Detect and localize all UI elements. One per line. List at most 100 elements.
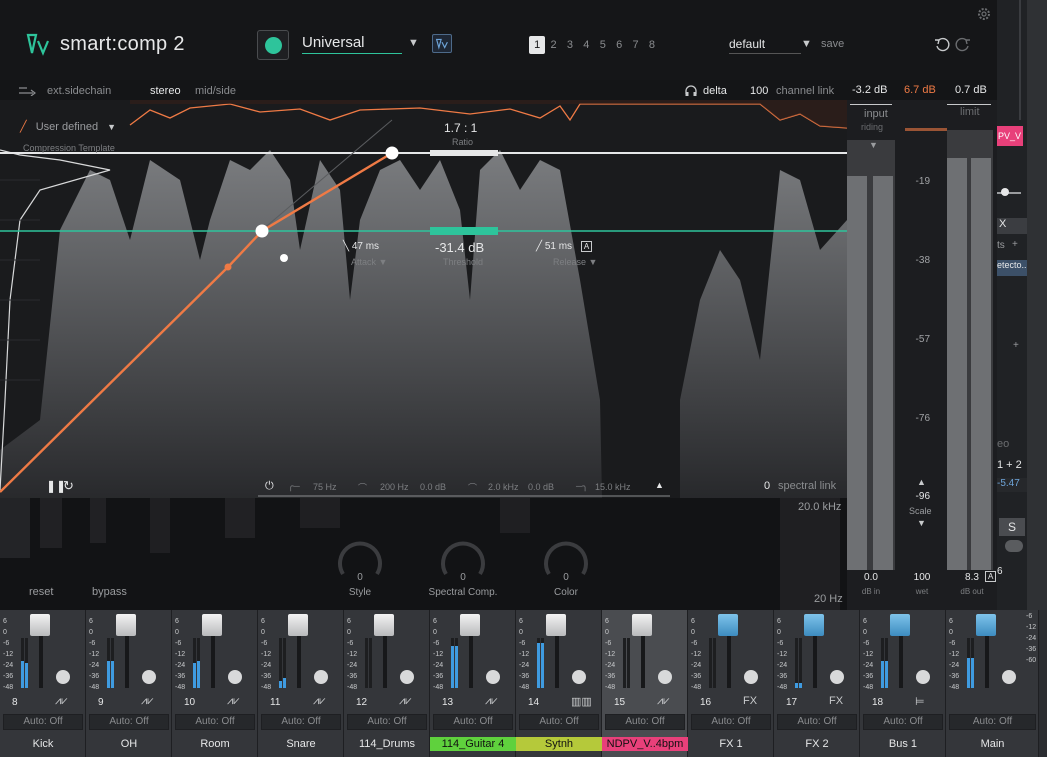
automation-mode-button[interactable]: Auto: Off bbox=[949, 714, 1036, 730]
inspector-scroll[interactable] bbox=[1027, 0, 1047, 610]
db-in-value[interactable]: 0.0 bbox=[851, 572, 891, 583]
mixer-strip[interactable]: 60-6-12-24-36-4812⩘⩗Auto: Off114_Drums bbox=[344, 610, 430, 757]
channel-link-value[interactable]: 100 bbox=[750, 85, 768, 97]
save-button[interactable]: save bbox=[821, 38, 844, 50]
spectral-link-value[interactable]: 0 bbox=[764, 480, 770, 492]
bypass-button[interactable]: bypass bbox=[92, 586, 127, 598]
fader-handle[interactable] bbox=[804, 614, 824, 636]
automation-mode-button[interactable]: Auto: Off bbox=[777, 714, 857, 730]
preset-dropdown-icon[interactable]: ▼ bbox=[801, 38, 812, 50]
redo-icon[interactable] bbox=[954, 36, 971, 53]
track-name[interactable]: NDPV_V..4bpm bbox=[602, 737, 688, 751]
mixer-strip[interactable]: 60-6-12-24-36-488⩘⩗Auto: OffKick bbox=[0, 610, 86, 757]
track-name[interactable]: FX 2 bbox=[774, 737, 860, 751]
release-control[interactable]: ╱ 51 ms A bbox=[536, 241, 592, 252]
automation-mode-button[interactable]: Auto: Off bbox=[691, 714, 771, 730]
automation-mode-button[interactable]: Auto: Off bbox=[89, 714, 169, 730]
stereo-width-icon[interactable] bbox=[228, 670, 242, 684]
insert-add-icon[interactable]: + bbox=[1013, 340, 1019, 351]
mixer-strip[interactable]: 60-6-12-24-36-4818⊨Auto: OffBus 1 bbox=[860, 610, 946, 757]
stereo-width-icon[interactable] bbox=[744, 670, 758, 684]
mixer-strip[interactable]: 60-6-12-24-36-489⩘⩗Auto: OffOH bbox=[86, 610, 172, 757]
automation-mode-button[interactable]: Auto: Off bbox=[863, 714, 943, 730]
template-selector[interactable]: ╱ User defined ▼ bbox=[20, 120, 116, 133]
slot-7[interactable]: 7 bbox=[627, 36, 643, 54]
profile-power-button[interactable] bbox=[257, 30, 289, 60]
db-out-auto-badge[interactable]: A bbox=[985, 571, 996, 582]
stereo-width-icon[interactable] bbox=[830, 670, 844, 684]
mixer-strip[interactable]: 60-6-12-24-36-4814▥▥Auto: OffSytnh bbox=[516, 610, 602, 757]
mini-slider-knob[interactable] bbox=[1001, 188, 1009, 196]
loop-icon[interactable]: ↻ bbox=[63, 478, 74, 494]
mid-side-mode-button[interactable]: mid/side bbox=[195, 85, 236, 97]
automation-mode-button[interactable]: Auto: Off bbox=[605, 714, 685, 730]
wet-value[interactable]: 100 bbox=[902, 572, 942, 583]
filter-power-icon[interactable]: ⏻ bbox=[265, 480, 274, 493]
stereo-width-icon[interactable] bbox=[486, 670, 500, 684]
automation-mode-button[interactable]: Auto: Off bbox=[519, 714, 599, 730]
track-name[interactable]: 114_Drums bbox=[344, 737, 430, 751]
track-name[interactable]: Bus 1 bbox=[860, 737, 946, 751]
ratio-value[interactable]: 1.7 : 1 bbox=[444, 121, 477, 135]
input-riding-handle[interactable]: ▼ bbox=[869, 140, 878, 150]
pan-value[interactable]: -5.47 bbox=[997, 478, 1027, 492]
solo-button[interactable]: S bbox=[999, 518, 1025, 536]
automation-mode-button[interactable]: Auto: Off bbox=[3, 714, 83, 730]
settings-gear-icon[interactable] bbox=[976, 6, 992, 22]
mixer-strip[interactable]: 60-6-12-24-36-4815⩘⩗Auto: OffNDPV_V..4bp… bbox=[602, 610, 688, 757]
smart-link-button[interactable] bbox=[432, 34, 452, 53]
track-name[interactable]: Room bbox=[172, 737, 258, 751]
fader-handle[interactable] bbox=[30, 614, 50, 636]
mixer-strip[interactable]: 60-6-12-24-36-4813⩘⩗Auto: Off114_Guitar … bbox=[430, 610, 516, 757]
fx-header[interactable]: X bbox=[997, 218, 1027, 234]
track-name[interactable]: Sytnh bbox=[516, 737, 602, 751]
slot-8[interactable]: 8 bbox=[644, 36, 660, 54]
track-name[interactable]: FX 1 bbox=[688, 737, 774, 751]
profile-dropdown-icon[interactable]: ▼ bbox=[408, 37, 419, 49]
automation-mode-button[interactable]: Auto: Off bbox=[433, 714, 513, 730]
fader-handle[interactable] bbox=[116, 614, 136, 636]
stereo-width-icon[interactable] bbox=[658, 670, 672, 684]
slot-3[interactable]: 3 bbox=[562, 36, 578, 54]
delta-button[interactable]: delta bbox=[703, 85, 727, 97]
attack-control[interactable]: ╲ 47 ms bbox=[343, 241, 379, 252]
stereo-mode-button[interactable]: stereo bbox=[150, 85, 181, 97]
filter-3-gain[interactable]: 0.0 dB bbox=[528, 482, 554, 492]
mixer-strip[interactable]: 60-6-12-24-36-48Auto: OffMain bbox=[946, 610, 1039, 757]
fader-handle[interactable] bbox=[632, 614, 652, 636]
undo-icon[interactable] bbox=[934, 36, 951, 53]
stereo-width-icon[interactable] bbox=[400, 670, 414, 684]
fader-handle[interactable] bbox=[374, 614, 394, 636]
filter-3-freq[interactable]: 2.0 kHz bbox=[488, 482, 519, 492]
track-name[interactable]: Main bbox=[946, 737, 1039, 751]
output-gain-readout[interactable]: 0.7 dB bbox=[955, 84, 987, 96]
mixer-strip[interactable]: 60-6-12-24-36-4811⩘⩗Auto: OffSnare bbox=[258, 610, 344, 757]
fader-handle[interactable] bbox=[546, 614, 566, 636]
profile-selector[interactable]: Universal bbox=[302, 34, 402, 54]
filter-2-gain[interactable]: 0.0 dB bbox=[420, 482, 446, 492]
release-dropdown-icon[interactable]: ▼ bbox=[589, 257, 598, 267]
mono-toggle[interactable] bbox=[1005, 540, 1023, 552]
channel-routing[interactable]: 1 + 2 bbox=[997, 459, 1022, 471]
input-gain-readout[interactable]: -3.2 dB bbox=[852, 84, 887, 96]
stereo-width-icon[interactable] bbox=[1002, 670, 1016, 684]
filter-collapse-icon[interactable]: ▲ bbox=[655, 480, 664, 490]
mixer-strip[interactable]: 60-6-12-24-36-4817FXAuto: OffFX 2 bbox=[774, 610, 860, 757]
reset-button[interactable]: reset bbox=[29, 586, 53, 598]
sends-add-icon[interactable]: + bbox=[1012, 239, 1018, 250]
fader-handle[interactable] bbox=[718, 614, 738, 636]
track-name[interactable]: Snare bbox=[258, 737, 344, 751]
track-name[interactable]: Kick bbox=[0, 737, 86, 751]
ext-sidechain-toggle[interactable]: ext.sidechain bbox=[47, 85, 111, 97]
template-dropdown-icon[interactable]: ▼ bbox=[107, 122, 116, 132]
fader-handle[interactable] bbox=[460, 614, 480, 636]
sidechain-icon[interactable] bbox=[19, 86, 39, 96]
track-color-tag[interactable]: PV_V bbox=[997, 126, 1023, 146]
fader-handle[interactable] bbox=[976, 614, 996, 636]
stereo-width-icon[interactable] bbox=[916, 670, 930, 684]
slot-6[interactable]: 6 bbox=[611, 36, 627, 54]
track-name[interactable]: OH bbox=[86, 737, 172, 751]
slot-4[interactable]: 4 bbox=[578, 36, 594, 54]
filter-1-freq[interactable]: 75 Hz bbox=[313, 482, 337, 492]
preset-selector[interactable]: default bbox=[729, 37, 801, 54]
